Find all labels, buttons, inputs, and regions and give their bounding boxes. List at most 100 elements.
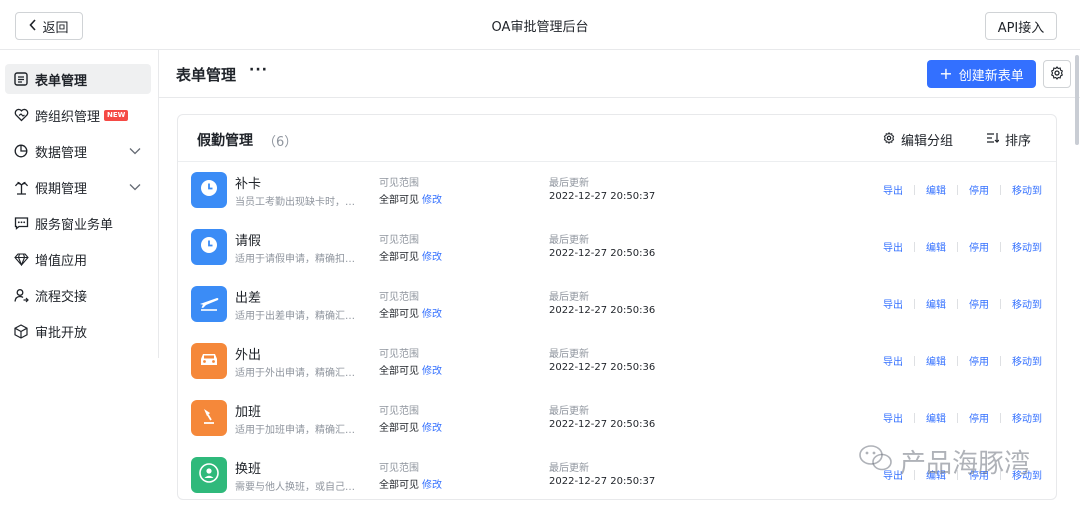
form-name[interactable]: 请假 xyxy=(235,230,261,249)
form-row[interactable]: 加班 适用于加班申请，精确汇… 可见范围 全部可见 修改 最后更新 2022-12… xyxy=(178,390,1056,446)
move-to-link[interactable]: 移动到 xyxy=(1012,353,1042,368)
export-link[interactable]: 导出 xyxy=(883,353,903,368)
move-to-link[interactable]: 移动到 xyxy=(1012,239,1042,254)
form-name[interactable]: 出差 xyxy=(235,287,261,306)
edit-link[interactable]: 编辑 xyxy=(926,239,946,254)
move-to-link[interactable]: 移动到 xyxy=(1012,296,1042,311)
form-description: 适用于出差申请，精确汇… xyxy=(235,311,355,322)
sidebar-item-form-management[interactable]: 表单管理 xyxy=(5,64,151,94)
form-row[interactable]: 外出 适用于外出申请，精确汇… 可见范围 全部可见 修改 最后更新 2022-12… xyxy=(178,333,1056,389)
sort-icon xyxy=(986,132,1000,148)
visible-range-value: 全部可见 修改 xyxy=(379,191,442,206)
sidebar-item-cross-org[interactable]: 跨组织管理 NEW xyxy=(5,100,151,130)
disable-link[interactable]: 停用 xyxy=(969,239,989,254)
visible-all-text: 全部可见 xyxy=(379,423,419,434)
last-updated-label: 最后更新 xyxy=(549,235,589,246)
divider xyxy=(914,412,915,423)
form-name[interactable]: 外出 xyxy=(235,344,261,363)
clock-icon xyxy=(199,178,219,202)
modify-link[interactable]: 修改 xyxy=(422,366,442,377)
move-to-link[interactable]: 移动到 xyxy=(1012,410,1042,425)
visible-range-label: 可见范围 xyxy=(379,178,419,189)
visible-range-label: 可见范围 xyxy=(379,235,419,246)
edit-link[interactable]: 编辑 xyxy=(926,353,946,368)
palm-tree-icon xyxy=(13,179,29,195)
last-updated-value: 2022-12-27 20:50:36 xyxy=(549,362,656,373)
disable-link[interactable]: 停用 xyxy=(969,296,989,311)
form-description: 适用于请假申请，精确扣… xyxy=(235,254,355,265)
form-icon-tile xyxy=(191,457,227,493)
form-name[interactable]: 补卡 xyxy=(235,173,261,192)
edit-link[interactable]: 编辑 xyxy=(926,410,946,425)
divider xyxy=(957,184,958,195)
form-icon-tile xyxy=(191,400,227,436)
settings-button[interactable] xyxy=(1043,60,1071,88)
disable-link[interactable]: 停用 xyxy=(969,353,989,368)
export-link[interactable]: 导出 xyxy=(883,410,903,425)
visible-all-text: 全部可见 xyxy=(379,480,419,491)
scrollbar[interactable] xyxy=(1075,55,1079,145)
form-row[interactable]: 补卡 当员工考勤出现缺卡时，… 可见范围 全部可见 修改 最后更新 2022-12… xyxy=(178,162,1056,218)
disable-link[interactable]: 停用 xyxy=(969,182,989,197)
divider xyxy=(957,355,958,366)
modify-link[interactable]: 修改 xyxy=(422,423,442,434)
chat-dots-icon xyxy=(13,215,29,231)
wechat-icon xyxy=(858,443,894,480)
divider xyxy=(957,241,958,252)
export-link[interactable]: 导出 xyxy=(883,239,903,254)
clock-icon xyxy=(199,235,219,259)
create-form-button[interactable]: + 创建新表单 xyxy=(927,60,1036,88)
visible-range-label: 可见范围 xyxy=(379,292,419,303)
visible-range-label: 可见范围 xyxy=(379,406,419,417)
gear-icon xyxy=(1050,65,1064,84)
edit-link[interactable]: 编辑 xyxy=(926,296,946,311)
desk-lamp-icon xyxy=(199,406,219,430)
divider xyxy=(914,184,915,195)
more-icon[interactable]: ··· xyxy=(249,62,268,78)
sidebar-item-service-window[interactable]: 服务窗业务单 xyxy=(5,208,151,238)
divider xyxy=(1000,355,1001,366)
last-updated-value: 2022-12-27 20:50:36 xyxy=(549,248,656,259)
row-actions: 导出 编辑 停用 移动到 xyxy=(883,182,1042,197)
user-swap-icon xyxy=(198,462,220,488)
row-actions: 导出 编辑 停用 移动到 xyxy=(883,410,1042,425)
divider xyxy=(1000,184,1001,195)
divider xyxy=(914,241,915,252)
edit-link[interactable]: 编辑 xyxy=(926,182,946,197)
export-link[interactable]: 导出 xyxy=(883,296,903,311)
cube-icon xyxy=(13,323,29,339)
divider xyxy=(957,298,958,309)
form-name[interactable]: 换班 xyxy=(235,458,261,477)
api-access-button[interactable]: API接入 xyxy=(985,12,1057,40)
page-title: 表单管理 xyxy=(176,66,237,84)
sort-button[interactable]: 排序 xyxy=(986,130,1031,149)
visible-range-value: 全部可见 修改 xyxy=(379,362,442,377)
modify-link[interactable]: 修改 xyxy=(422,252,442,263)
sidebar-item-holiday[interactable]: 假期管理 xyxy=(5,172,151,202)
plus-icon: + xyxy=(939,64,953,83)
chevron-down-icon[interactable] xyxy=(129,180,141,195)
sidebar: 表单管理 跨组织管理 NEW 数据管理 假期管理 服务窗业务单 增值应用 流程交… xyxy=(0,50,159,358)
chevron-down-icon[interactable] xyxy=(129,144,141,159)
modify-link[interactable]: 修改 xyxy=(422,309,442,320)
modify-link[interactable]: 修改 xyxy=(422,480,442,491)
sidebar-item-data[interactable]: 数据管理 xyxy=(5,136,151,166)
form-row[interactable]: 出差 适用于出差申请，精确汇… 可见范围 全部可见 修改 最后更新 2022-12… xyxy=(178,276,1056,332)
user-transfer-icon xyxy=(13,287,29,303)
move-to-link[interactable]: 移动到 xyxy=(1012,182,1042,197)
group-header: 假勤管理 （6） 编辑分组 排序 xyxy=(178,115,1056,162)
visible-range-value: 全部可见 修改 xyxy=(379,305,442,320)
export-link[interactable]: 导出 xyxy=(883,182,903,197)
edit-group-button[interactable]: 编辑分组 xyxy=(883,130,953,149)
disable-link[interactable]: 停用 xyxy=(969,410,989,425)
sidebar-item-approval-open[interactable]: 审批开放 xyxy=(5,316,151,346)
sidebar-item-value-added[interactable]: 增值应用 xyxy=(5,244,151,274)
form-name[interactable]: 加班 xyxy=(235,401,261,420)
modify-link[interactable]: 修改 xyxy=(422,195,442,206)
form-row[interactable]: 请假 适用于请假申请，精确扣… 可见范围 全部可见 修改 最后更新 2022-12… xyxy=(178,219,1056,275)
row-actions: 导出 编辑 停用 移动到 xyxy=(883,239,1042,254)
visible-range-value: 全部可见 修改 xyxy=(379,476,442,491)
plane-icon xyxy=(198,292,220,316)
sidebar-item-process-handover[interactable]: 流程交接 xyxy=(5,280,151,310)
sidebar-item-label: 表单管理 xyxy=(35,73,88,89)
